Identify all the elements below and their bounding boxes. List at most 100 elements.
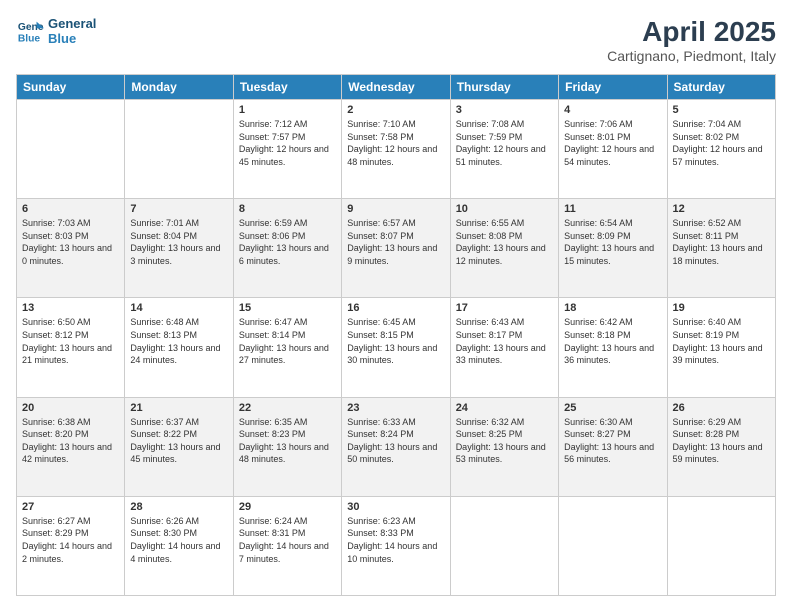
day-number: 21 xyxy=(130,402,227,414)
day-cell: 20Sunrise: 6:38 AMSunset: 8:20 PMDayligh… xyxy=(17,397,125,496)
day-info: Sunrise: 6:50 AMSunset: 8:12 PMDaylight:… xyxy=(22,316,119,366)
day-number: 7 xyxy=(130,203,227,215)
day-cell xyxy=(17,100,125,199)
day-cell: 23 Sunrise: 6:33 AMSunset: 8:24 PMDayligh… xyxy=(342,397,450,496)
day-cell xyxy=(559,496,667,595)
day-info: Sunrise: 7:08 AMSunset: 7:59 PMDaylight:… xyxy=(456,118,553,168)
day-number: 28 xyxy=(130,501,227,513)
day-cell: 13 Sunrise: 6:50 AMSunset: 8:12 PMDayligh… xyxy=(17,298,125,397)
day-number: 3 xyxy=(456,104,553,116)
day-cell: 11 Sunrise: 6:54 AMSunset: 8:09 PMDayligh… xyxy=(559,199,667,298)
day-cell: 4 Sunrise: 7:06 AMSunset: 8:01 PMDaylight… xyxy=(559,100,667,199)
day-cell: 17 Sunrise: 6:43 AMSunset: 8:17 PMDayligh… xyxy=(450,298,558,397)
day-number: 17 xyxy=(456,302,553,314)
header-row: SundayMondayTuesdayWednesdayThursdayFrid… xyxy=(17,75,776,100)
day-number: 25 xyxy=(564,402,661,414)
day-info: Sunrise: 6:35 AMSunset: 8:23 PMDaylight:… xyxy=(239,416,336,466)
day-number: 15 xyxy=(239,302,336,314)
week-row-3: 13 Sunrise: 6:50 AMSunset: 8:12 PMDayligh… xyxy=(17,298,776,397)
day-number: 12 xyxy=(673,203,770,215)
svg-text:Blue: Blue xyxy=(18,33,41,44)
day-cell: 18 Sunrise: 6:42 AMSunset: 8:18 PMDayligh… xyxy=(559,298,667,397)
header-saturday: Saturday xyxy=(667,75,775,100)
day-info: Sunrise: 6:52 AMSunset: 8:11 PMDaylight:… xyxy=(673,217,770,267)
day-number: 4 xyxy=(564,104,661,116)
day-number: 11 xyxy=(564,203,661,215)
week-row-2: 6 Sunrise: 7:03 AMSunset: 8:03 PMDaylight… xyxy=(17,199,776,298)
day-cell: 24 Sunrise: 6:32 AMSunset: 8:25 PMDayligh… xyxy=(450,397,558,496)
day-cell: 15 Sunrise: 6:47 AMSunset: 8:14 PMDayligh… xyxy=(233,298,341,397)
day-cell xyxy=(450,496,558,595)
logo-line1: General xyxy=(48,16,96,31)
day-number: 27 xyxy=(22,501,119,513)
day-info: Sunrise: 6:55 AMSunset: 8:08 PMDaylight:… xyxy=(456,217,553,267)
logo-line2: Blue xyxy=(48,31,96,46)
day-number: 9 xyxy=(347,203,444,215)
day-info: Sunrise: 6:33 AMSunset: 8:24 PMDaylight:… xyxy=(347,416,444,466)
day-info: Sunrise: 6:29 AMSunset: 8:28 PMDaylight:… xyxy=(673,416,770,466)
day-cell: 1Sunrise: 7:12 AMSunset: 7:57 PMDaylight… xyxy=(233,100,341,199)
day-info: Sunrise: 6:40 AMSunset: 8:19 PMDaylight:… xyxy=(673,316,770,366)
header-sunday: Sunday xyxy=(17,75,125,100)
day-info: Sunrise: 6:54 AMSunset: 8:09 PMDaylight:… xyxy=(564,217,661,267)
day-cell: 16 Sunrise: 6:45 AMSunset: 8:15 PMDayligh… xyxy=(342,298,450,397)
day-cell: 28 Sunrise: 6:26 AMSunset: 8:30 PMDayligh… xyxy=(125,496,233,595)
day-number: 30 xyxy=(347,501,444,513)
day-info: Sunrise: 6:32 AMSunset: 8:25 PMDaylight:… xyxy=(456,416,553,466)
day-number: 18 xyxy=(564,302,661,314)
day-cell: 6 Sunrise: 7:03 AMSunset: 8:03 PMDaylight… xyxy=(17,199,125,298)
day-cell: 5 Sunrise: 7:04 AMSunset: 8:02 PMDaylight… xyxy=(667,100,775,199)
day-info: Sunrise: 7:06 AMSunset: 8:01 PMDaylight:… xyxy=(564,118,661,168)
header-friday: Friday xyxy=(559,75,667,100)
day-info: Sunrise: 6:57 AMSunset: 8:07 PMDaylight:… xyxy=(347,217,444,267)
day-number: 22 xyxy=(239,402,336,414)
page: General Blue General Blue April 2025 Car… xyxy=(0,0,792,612)
subtitle: Cartignano, Piedmont, Italy xyxy=(607,48,776,64)
day-info: Sunrise: 6:27 AMSunset: 8:29 PMDaylight:… xyxy=(22,515,119,565)
day-number: 26 xyxy=(673,402,770,414)
header: General Blue General Blue April 2025 Car… xyxy=(16,16,776,64)
day-number: 23 xyxy=(347,402,444,414)
day-cell xyxy=(125,100,233,199)
day-info: Sunrise: 6:45 AMSunset: 8:15 PMDaylight:… xyxy=(347,316,444,366)
day-info: Sunrise: 6:26 AMSunset: 8:30 PMDaylight:… xyxy=(130,515,227,565)
day-cell: 12 Sunrise: 6:52 AMSunset: 8:11 PMDayligh… xyxy=(667,199,775,298)
day-info: Sunrise: 7:04 AMSunset: 8:02 PMDaylight:… xyxy=(673,118,770,168)
day-info: Sunrise: 6:47 AMSunset: 8:14 PMDaylight:… xyxy=(239,316,336,366)
day-cell xyxy=(667,496,775,595)
day-info: Sunrise: 7:10 AMSunset: 7:58 PMDaylight:… xyxy=(347,118,444,168)
day-info: Sunrise: 6:59 AMSunset: 8:06 PMDaylight:… xyxy=(239,217,336,267)
week-row-5: 27 Sunrise: 6:27 AMSunset: 8:29 PMDayligh… xyxy=(17,496,776,595)
week-row-4: 20Sunrise: 6:38 AMSunset: 8:20 PMDayligh… xyxy=(17,397,776,496)
day-cell: 27 Sunrise: 6:27 AMSunset: 8:29 PMDayligh… xyxy=(17,496,125,595)
day-cell: 3 Sunrise: 7:08 AMSunset: 7:59 PMDaylight… xyxy=(450,100,558,199)
day-number: 5 xyxy=(673,104,770,116)
day-info: Sunrise: 7:03 AMSunset: 8:03 PMDaylight:… xyxy=(22,217,119,267)
main-title: April 2025 xyxy=(607,16,776,48)
day-info: Sunrise: 6:42 AMSunset: 8:18 PMDaylight:… xyxy=(564,316,661,366)
title-block: April 2025 Cartignano, Piedmont, Italy xyxy=(607,16,776,64)
day-number: 8 xyxy=(239,203,336,215)
header-tuesday: Tuesday xyxy=(233,75,341,100)
day-info: Sunrise: 6:48 AMSunset: 8:13 PMDaylight:… xyxy=(130,316,227,366)
day-number: 6 xyxy=(22,203,119,215)
day-info: Sunrise: 6:23 AMSunset: 8:33 PMDaylight:… xyxy=(347,515,444,565)
day-info: Sunrise: 6:38 AMSunset: 8:20 PMDaylight:… xyxy=(22,416,119,466)
day-cell: 29Sunrise: 6:24 AMSunset: 8:31 PMDayligh… xyxy=(233,496,341,595)
logo-icon: General Blue xyxy=(16,17,44,45)
day-cell: 8 Sunrise: 6:59 AMSunset: 8:06 PMDaylight… xyxy=(233,199,341,298)
day-number: 24 xyxy=(456,402,553,414)
day-number: 16 xyxy=(347,302,444,314)
day-info: Sunrise: 7:01 AMSunset: 8:04 PMDaylight:… xyxy=(130,217,227,267)
day-info: Sunrise: 6:43 AMSunset: 8:17 PMDaylight:… xyxy=(456,316,553,366)
header-wednesday: Wednesday xyxy=(342,75,450,100)
day-number: 19 xyxy=(673,302,770,314)
day-number: 29 xyxy=(239,501,336,513)
day-cell: 22 Sunrise: 6:35 AMSunset: 8:23 PMDayligh… xyxy=(233,397,341,496)
day-number: 1 xyxy=(239,104,336,116)
header-monday: Monday xyxy=(125,75,233,100)
day-cell: 30 Sunrise: 6:23 AMSunset: 8:33 PMDayligh… xyxy=(342,496,450,595)
day-info: Sunrise: 6:37 AMSunset: 8:22 PMDaylight:… xyxy=(130,416,227,466)
day-number: 13 xyxy=(22,302,119,314)
day-cell: 9 Sunrise: 6:57 AMSunset: 8:07 PMDaylight… xyxy=(342,199,450,298)
